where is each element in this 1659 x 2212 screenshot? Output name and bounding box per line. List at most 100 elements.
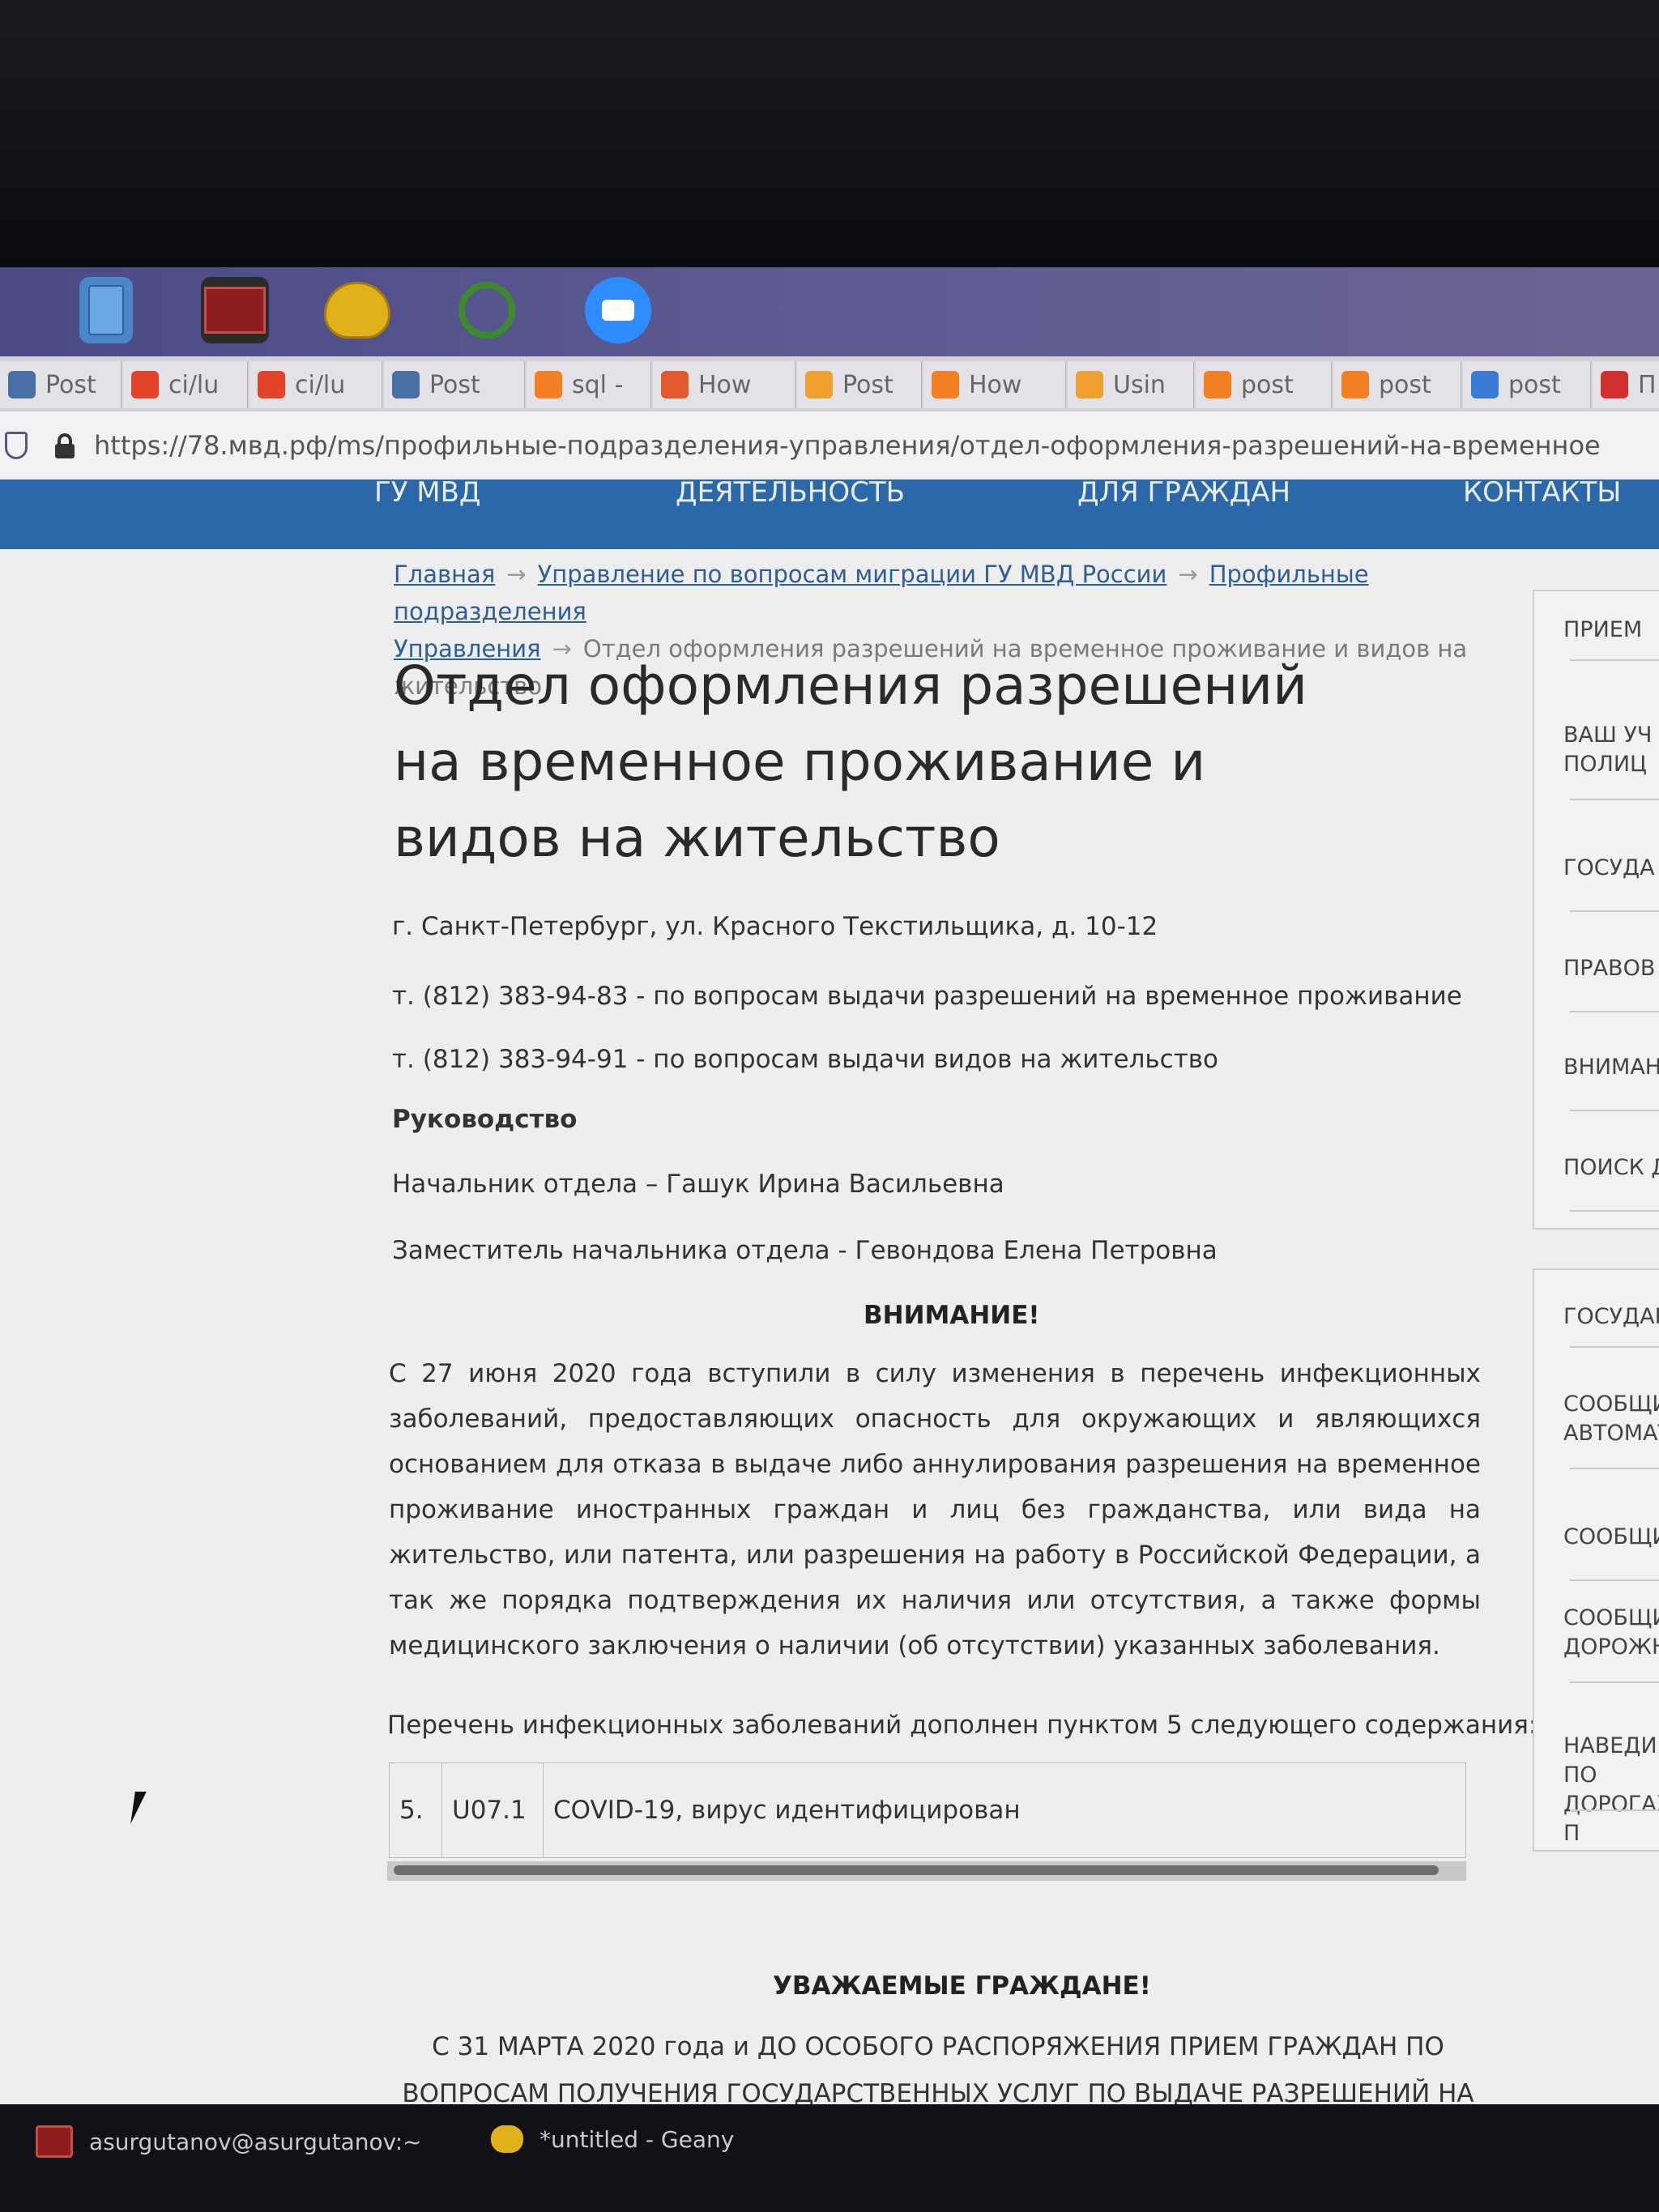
address-bar[interactable]: https://78.мвд.рф/ms/профильные-подразде…: [0, 411, 1659, 480]
browser-tab-label: How: [969, 370, 1022, 399]
browser-tab-label: post: [1379, 370, 1431, 399]
uc-icon: [1076, 371, 1103, 399]
browser-tab-label: ci/lu: [295, 370, 346, 399]
sidebar-item[interactable]: ВАШ УЧ ПОЛИЦ: [1534, 721, 1659, 800]
breadcrumb-arrow: →: [1178, 560, 1198, 588]
stackoverflow-icon: [1341, 371, 1369, 399]
browser-tab[interactable]: Usin: [1068, 361, 1194, 408]
browser-tab-label: sql -: [572, 370, 624, 399]
browser-tab[interactable]: Post: [797, 361, 922, 408]
taskbar-terminal[interactable]: asurgutanov@asurgutanov:~: [36, 2125, 422, 2158]
sidebar-divider: [1570, 659, 1659, 661]
sidebar-divider: [1570, 1809, 1659, 1811]
table-row: 5. U07.1 COVID-19, вирус идентифицирован: [390, 1763, 1466, 1858]
browser-tab[interactable]: Post: [0, 361, 122, 408]
browser-tab[interactable]: post: [1463, 361, 1591, 408]
attention-heading: ВНИМАНИЕ!: [864, 1301, 1040, 1330]
browser-tab[interactable]: sql -: [527, 361, 651, 408]
sidebar-menu-top: ПРИЕМ ВАШ УЧ ПОЛИЦ ГОСУДА ПРАВОВ ВНИМАН ПОИСК…: [1533, 590, 1659, 1230]
sidebar-divider: [1570, 1579, 1659, 1581]
uc-icon: [805, 371, 833, 399]
zoom-icon[interactable]: [585, 277, 651, 343]
sidebar-item[interactable]: ВНИМАН: [1534, 1053, 1659, 1111]
leadership-heading: Руководство: [392, 1105, 578, 1134]
sidebar-item-label: ГОСУДАР: [1563, 1304, 1659, 1329]
browser-tab-bar: Post ci/lu ci/lu Post sql - How Post How Usin pos…: [0, 356, 1659, 411]
sidebar-item-label: НАВЕДИ ПО ДОРОГАХ. П: [1563, 1733, 1659, 1846]
keepass-icon[interactable]: [454, 277, 520, 343]
sidebar-item[interactable]: ГОСУДАР: [1534, 1302, 1659, 1348]
browser-tab[interactable]: ci/lu: [123, 361, 248, 408]
sidebar-item[interactable]: ПРИЕМ: [1534, 616, 1659, 661]
page-content: Главная → Управление по вопросам миграции …: [0, 549, 1659, 2155]
sidebar-item[interactable]: ГОСУДА: [1534, 854, 1659, 912]
deputy-head: Заместитель начальника отдела - Гевондов…: [392, 1236, 1218, 1265]
sidebar-item-label: ПРИЕМ: [1563, 617, 1643, 642]
scrollbar-thumb[interactable]: [394, 1865, 1439, 1875]
nav-for-citizens[interactable]: ДЛЯ ГРАЖДАН: [1077, 479, 1290, 509]
table-scrollbar[interactable]: [387, 1861, 1466, 1881]
sidebar-item-label: ГОСУДА: [1563, 855, 1655, 880]
browser-tab-label: How: [698, 370, 752, 399]
nav-gu-mvd[interactable]: ГУ МВД: [374, 479, 480, 509]
breadcrumb-home[interactable]: Главная: [394, 560, 495, 588]
postgres-elephant-icon: [392, 371, 420, 399]
browser-tab[interactable]: How: [923, 361, 1066, 408]
terminal-icon[interactable]: [201, 277, 269, 343]
nav-contacts[interactable]: КОНТАКТЫ: [1463, 479, 1621, 509]
table-cell-desc: COVID-19, вирус идентифицирован: [544, 1763, 1466, 1858]
address-text: г. Санкт-Петербург, ул. Красного Текстил…: [392, 912, 1158, 941]
sidebar-divider: [1570, 1346, 1659, 1348]
sidebar-item-label: СООБЩИ О ДОРОЖНО: [1563, 1605, 1659, 1660]
browser-tab[interactable]: ci/lu: [249, 361, 382, 408]
sidebar-item[interactable]: СООБЩИ О ДОРОЖНО: [1534, 1604, 1659, 1683]
sidebar-divider: [1570, 1210, 1659, 1212]
taskbar: asurgutanov@asurgutanov:~ *untitled - Ge…: [0, 2104, 1659, 2212]
gitlab-icon: [131, 371, 159, 399]
browser-tab[interactable]: How: [653, 361, 795, 408]
taskbar-geany[interactable]: *untitled - Geany: [491, 2125, 734, 2153]
mouse-cursor: [130, 1792, 147, 1824]
table-cell-code: U07.1: [442, 1763, 544, 1858]
db-icon: [1471, 371, 1499, 399]
browser-tab[interactable]: П: [1593, 361, 1659, 408]
sidebar-item[interactable]: НАВЕДИ ПО ДОРОГАХ. П: [1534, 1732, 1659, 1848]
sidebar-item-label: СООБЩИ, АВТОМАТ: [1563, 1392, 1659, 1446]
lock-icon[interactable]: [55, 433, 75, 458]
sidebar-item[interactable]: СООБЩИ, АВТОМАТ: [1534, 1390, 1659, 1469]
phone-residence-permit-vid: т. (812) 383-94-91 - по вопросам выдачи …: [392, 1045, 1219, 1074]
sidebar-divider: [1570, 910, 1659, 912]
browser-tab[interactable]: post: [1196, 361, 1332, 408]
sidebar-divider: [1570, 1110, 1659, 1111]
browser-tab[interactable]: Post: [384, 361, 525, 408]
breadcrumb-arrow: →: [506, 560, 527, 588]
browser-tab-label: Usin: [1113, 370, 1166, 399]
geany-icon[interactable]: [324, 277, 390, 343]
sidebar-divider: [1570, 1468, 1659, 1469]
head-of-department: Начальник отдела – Гашук Ирина Васильевн…: [392, 1170, 1004, 1199]
sidebar-item-label: ВНИМАН: [1563, 1055, 1659, 1080]
nav-activity[interactable]: ДЕЯТЕЛЬНОСТЬ: [676, 479, 905, 509]
sidebar-divider: [1570, 799, 1659, 800]
sidebar-item[interactable]: ПОИСК Д: [1534, 1153, 1659, 1212]
sidebar-item-label: СООБЩИ О: [1563, 1524, 1659, 1549]
browser-tab-label: post: [1508, 370, 1561, 399]
sidebar-item-label: ПРАВОВ: [1563, 956, 1656, 981]
gitlab-icon: [258, 371, 285, 399]
file-manager-icon[interactable]: [79, 277, 133, 343]
breadcrumb-migration[interactable]: Управление по вопросам миграции ГУ МВД Р…: [538, 560, 1167, 588]
stackoverflow-icon: [932, 371, 959, 399]
sidebar-item[interactable]: ПРАВОВ: [1534, 954, 1659, 1012]
page-title: Отдел оформления разрешений на временное…: [394, 654, 1308, 869]
url-text[interactable]: https://78.мвд.рф/ms/профильные-подразде…: [94, 430, 1601, 461]
postgres-elephant-icon: [8, 371, 36, 399]
geany-icon: [491, 2125, 523, 2153]
application-dock: [0, 267, 1659, 356]
tracking-shield-icon[interactable]: [5, 432, 28, 459]
browser-tab[interactable]: post: [1333, 361, 1461, 408]
table-cell-num: 5.: [390, 1763, 442, 1858]
browser-tab-label: Post: [45, 370, 96, 399]
sidebar-item[interactable]: СООБЩИ О: [1534, 1523, 1659, 1581]
browser-tab-label: Post: [842, 370, 893, 399]
sidebar-divider: [1570, 1011, 1659, 1012]
